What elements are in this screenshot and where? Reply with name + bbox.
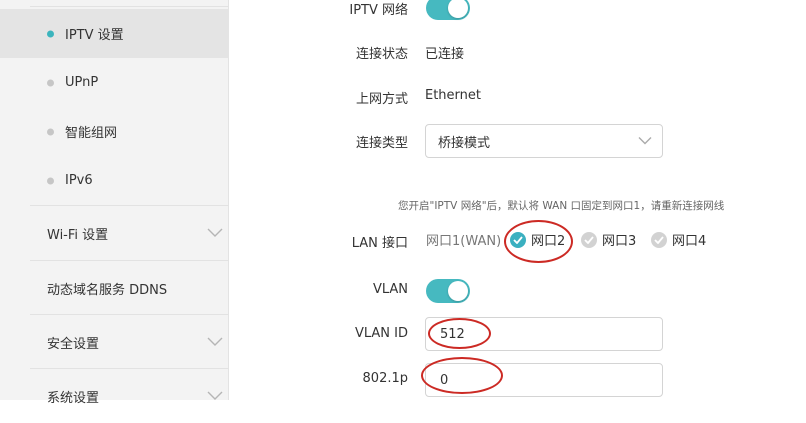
status-value: 已连接 — [425, 47, 465, 62]
port-label: 网口4 — [672, 234, 707, 249]
sidebar-item-label: 动态域名服务 DDNS — [47, 282, 168, 298]
chevron-down-icon — [207, 337, 223, 346]
internet-label: 上网方式 — [355, 92, 408, 107]
chevron-down-icon — [207, 228, 223, 237]
chevron-down-icon — [638, 137, 652, 145]
bullet-icon — [47, 79, 54, 86]
vlan-id-label: VLAN ID — [354, 326, 408, 341]
sidebar-item-label: Wi-Fi 设置 — [47, 227, 109, 243]
vlan-toggle[interactable] — [426, 279, 470, 303]
sidebar-item-label: UPnP — [65, 75, 99, 90]
port-1-wan: 网口1(WAN) — [426, 230, 501, 249]
iptv-label: IPTV 网络 — [349, 3, 408, 18]
sidebar-item-security[interactable]: 安全设置 — [0, 315, 229, 369]
sidebar-item-label: 智能组网 — [65, 126, 118, 141]
sidebar-item-ipv6[interactable]: IPv6 — [0, 156, 229, 205]
iptv-toggle[interactable] — [426, 0, 470, 20]
sidebar-item-label: IPv6 — [65, 173, 93, 188]
bullet-icon — [47, 128, 54, 135]
toggle-knob — [448, 0, 468, 18]
status-label: 连接状态 — [355, 47, 408, 62]
port-label: 网口1(WAN) — [426, 234, 502, 249]
vlan-id-value: 512 — [440, 326, 465, 342]
bullet-icon — [47, 177, 54, 184]
priority-value: 0 — [440, 372, 449, 388]
sidebar-item-wifi[interactable]: Wi-Fi 设置 — [0, 206, 229, 260]
sidebar-item-system[interactable]: 系统设置 — [0, 369, 229, 423]
priority-label: 802.1p — [362, 371, 408, 386]
conn-type-label: 连接类型 — [355, 136, 408, 151]
check-circle-icon — [651, 231, 667, 248]
port-label: 网口3 — [602, 234, 637, 249]
internet-value: Ethernet — [425, 88, 481, 103]
vlan-label: VLAN — [372, 282, 408, 297]
conn-type-value: 桥接模式 — [438, 135, 491, 151]
priority-input[interactable]: 0 — [425, 363, 663, 397]
check-circle-icon — [581, 231, 597, 248]
sidebar-item-ddns[interactable]: 动态域名服务 DDNS — [0, 261, 229, 315]
port-3-checkbox[interactable]: 网口3 — [581, 230, 636, 249]
sidebar-divider — [30, 6, 229, 7]
lan-label: LAN 接口 — [351, 236, 408, 251]
sidebar-item-label: IPTV 设置 — [65, 28, 124, 43]
port-label: 网口2 — [531, 234, 566, 249]
sidebar-item-label: 安全设置 — [47, 336, 100, 352]
sidebar-item-mesh[interactable]: 智能组网 — [0, 107, 229, 156]
check-circle-icon — [510, 231, 526, 248]
port-4-checkbox[interactable]: 网口4 — [651, 230, 706, 249]
port-2-checkbox[interactable]: 网口2 — [510, 230, 565, 249]
sidebar-item-label: 系统设置 — [47, 390, 100, 406]
conn-type-select[interactable]: 桥接模式 — [425, 124, 663, 158]
hint-text: 您开启"IPTV 网络"后，默认将 WAN 口固定到网口1，请重新连接网线 — [398, 200, 725, 212]
sidebar-item-upnp[interactable]: UPnP — [0, 58, 229, 107]
sidebar: IPTV 设置 UPnP 智能组网 IPv6 Wi-Fi 设置 动态域名服务 D… — [0, 0, 229, 406]
vlan-id-input[interactable]: 512 — [425, 317, 663, 351]
sidebar-item-iptv[interactable]: IPTV 设置 — [0, 9, 229, 58]
bullet-icon — [47, 30, 54, 37]
toggle-knob — [448, 281, 468, 301]
